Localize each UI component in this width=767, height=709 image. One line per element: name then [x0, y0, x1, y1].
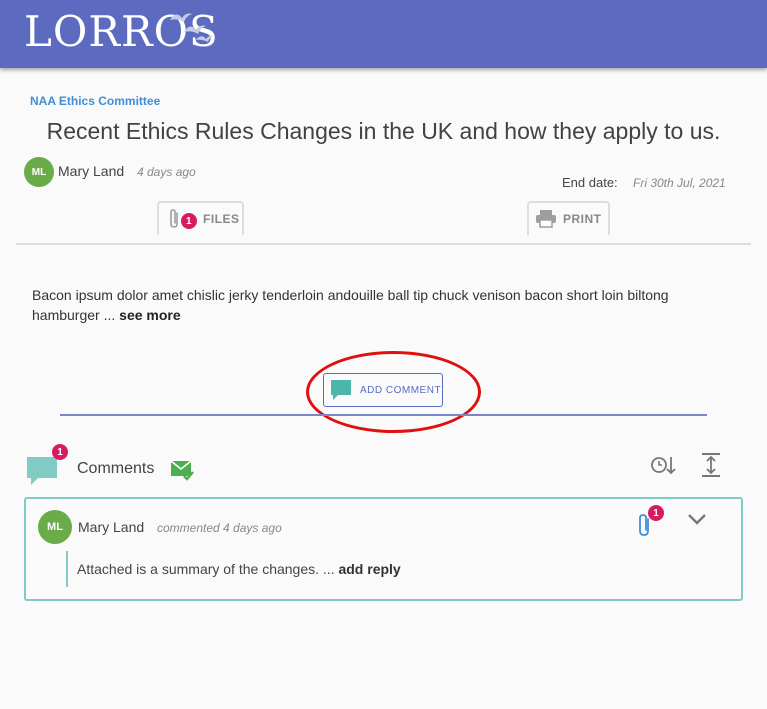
comments-count-badge: 1 — [52, 444, 68, 460]
author-name: Mary Land — [58, 163, 125, 179]
comment-time: commented 4 days ago — [157, 521, 282, 535]
print-button[interactable]: PRINT — [527, 201, 610, 235]
commenter-name: Mary Land — [78, 519, 145, 535]
paperclip-icon — [170, 209, 178, 228]
lorros-logo[interactable]: LORROS — [24, 6, 219, 58]
printer-icon — [536, 210, 556, 228]
comment-text: Attached is a summary of the changes. ..… — [77, 561, 401, 577]
see-more-link[interactable]: see more — [119, 307, 180, 323]
commenter-avatar: ML — [38, 510, 72, 544]
comment-card: ML Mary Land commented 4 days ago 1 Atta… — [24, 497, 743, 601]
reply-thread-bar — [66, 551, 68, 587]
comment-body: Attached is a summary of the changes. ..… — [77, 561, 335, 577]
expand-all-icon[interactable] — [700, 453, 722, 477]
sort-by-time-icon[interactable] — [650, 454, 676, 476]
print-label: PRINT — [563, 212, 602, 226]
chevron-down-icon[interactable] — [686, 511, 708, 527]
files-button[interactable]: 1 FILES — [157, 201, 244, 235]
group-link[interactable]: NAA Ethics Committee — [30, 94, 160, 108]
comments-title: Comments — [77, 460, 155, 477]
comment-icon — [331, 380, 351, 400]
post-title: Recent Ethics Rules Changes in the UK an… — [46, 118, 721, 144]
attachment-count-badge: 1 — [648, 505, 664, 521]
files-label: FILES — [203, 212, 240, 226]
add-reply-link[interactable]: add reply — [338, 561, 400, 577]
files-count-badge: 1 — [181, 213, 197, 229]
post-time: 4 days ago — [137, 165, 196, 179]
author-avatar: ML — [24, 157, 54, 187]
section-divider — [60, 414, 707, 416]
add-comment-button[interactable]: ADD COMMENT — [323, 373, 443, 407]
post-body: Bacon ipsum dolor amet chislic jerky ten… — [32, 285, 722, 325]
comments-icon — [27, 457, 57, 485]
divider — [16, 243, 751, 245]
add-comment-label: ADD COMMENT — [360, 384, 442, 396]
birds-icon — [170, 13, 213, 42]
app-header: LORROS — [0, 0, 767, 68]
email-check-icon[interactable] — [170, 459, 194, 481]
end-date-label: End date: — [562, 175, 618, 190]
end-date-value: Fri 30th Jul, 2021 — [633, 176, 726, 190]
